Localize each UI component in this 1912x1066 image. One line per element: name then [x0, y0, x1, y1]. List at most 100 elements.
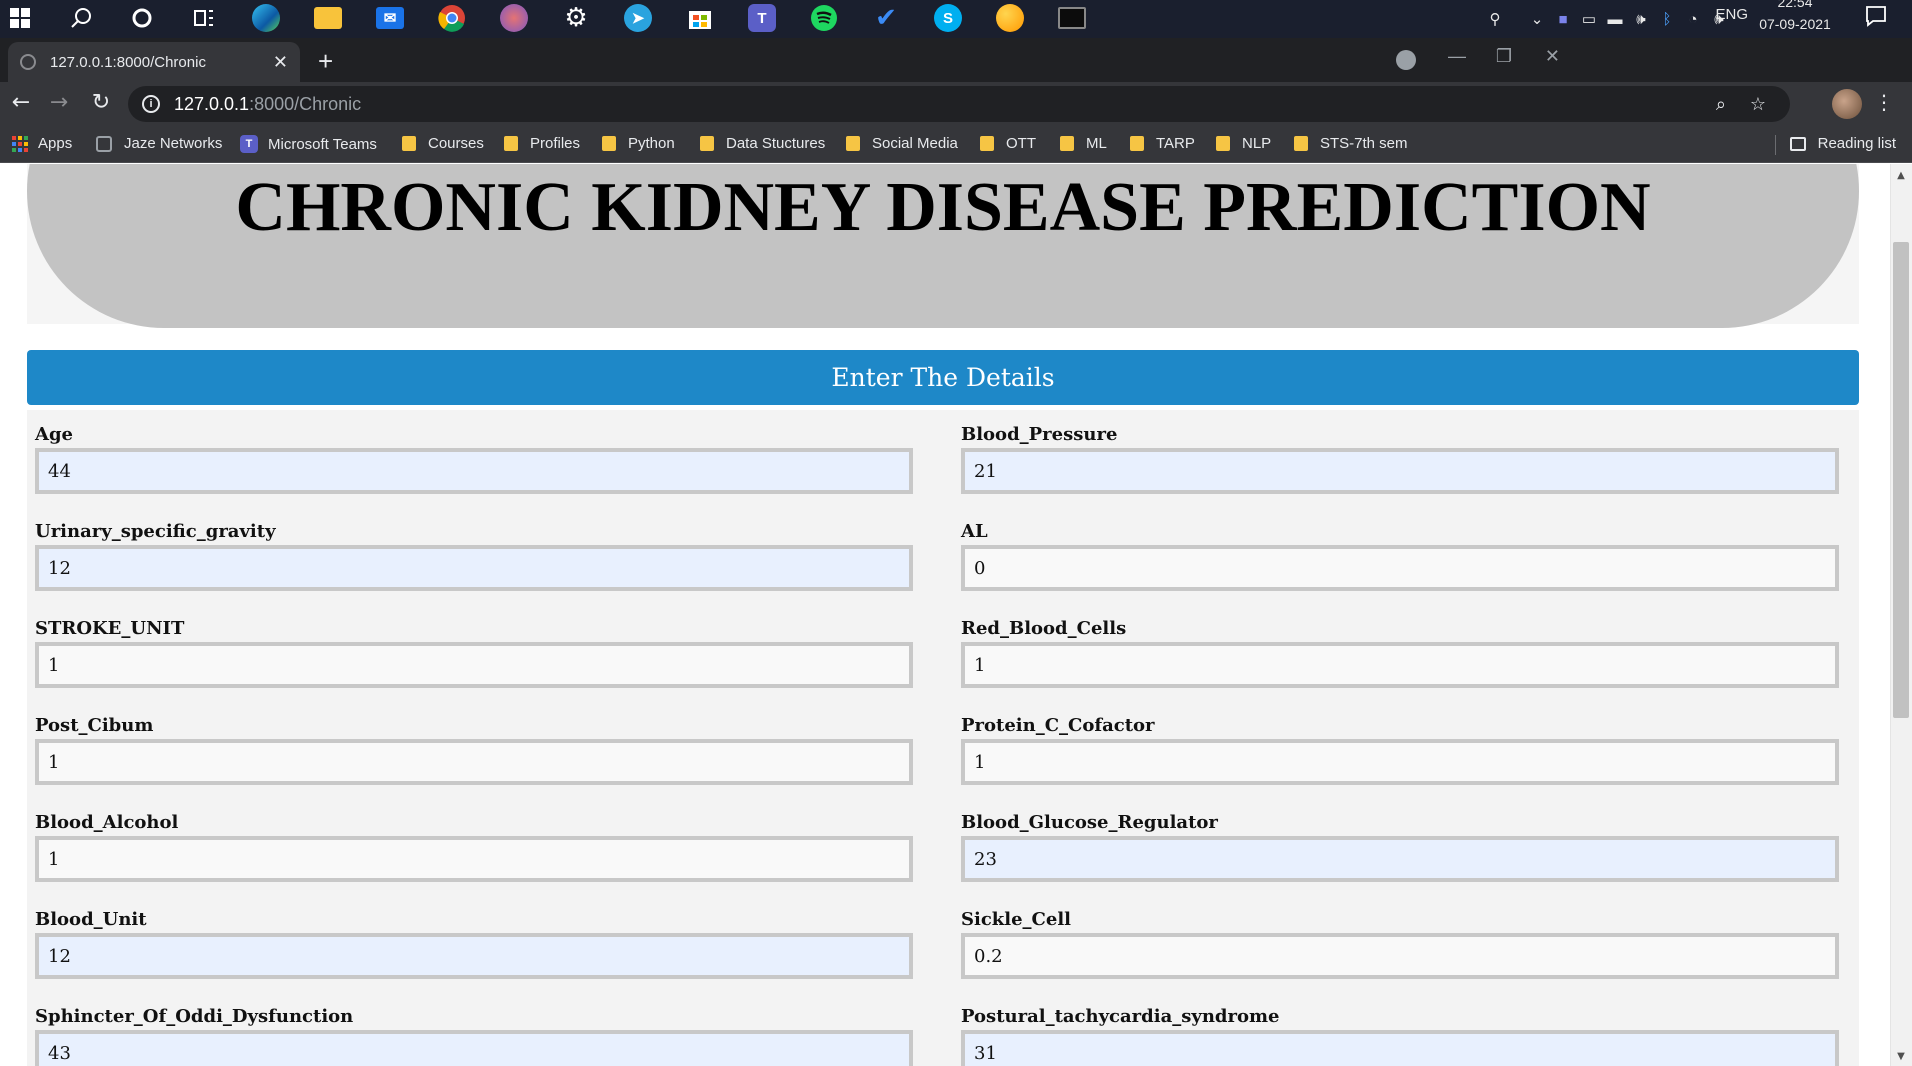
- folder-icon: [1216, 136, 1230, 151]
- bookmark-folder-tarp[interactable]: TARP: [1130, 135, 1195, 152]
- edge-icon[interactable]: [248, 2, 284, 34]
- url-text[interactable]: 127.0.0.1:8000/Chronic: [174, 94, 361, 115]
- field-label: Protein_C_Cofactor: [961, 715, 1155, 736]
- close-tab-icon[interactable]: ✕: [273, 52, 288, 73]
- post-cibum-input[interactable]: [35, 739, 913, 785]
- bookmark-folder-data-structures[interactable]: Data Stuctures: [700, 135, 825, 152]
- bookmark-folder-nlp[interactable]: NLP: [1216, 135, 1271, 152]
- bookmarks-divider: [1775, 135, 1776, 155]
- notification-center-icon[interactable]: [1864, 4, 1892, 32]
- al-input[interactable]: [961, 545, 1839, 591]
- terminal-icon[interactable]: [1054, 2, 1090, 34]
- field-red-blood-cells: Red_Blood_Cells: [961, 616, 1839, 688]
- folder-icon: [980, 136, 994, 151]
- paint-icon[interactable]: [496, 2, 532, 34]
- system-tray: ⚲ ⌄ ■ ▭ ▬ 🕪 ᛒ ◔ 🕪: [1482, 0, 1732, 38]
- vertical-scrollbar[interactable]: ▲ ▼: [1890, 164, 1912, 1066]
- bookmark-label: Profiles: [530, 135, 581, 152]
- spotify-icon[interactable]: [806, 2, 842, 34]
- field-label: Red_Blood_Cells: [961, 618, 1127, 639]
- bookmark-folder-ott[interactable]: OTT: [980, 135, 1036, 152]
- chrome-menu-icon[interactable]: ⋮: [1874, 90, 1894, 114]
- bookmark-label: TARP: [1156, 135, 1195, 152]
- blood-unit-input[interactable]: [35, 933, 913, 979]
- scrollbar-thumb[interactable]: [1893, 242, 1909, 718]
- stroke-unit-input[interactable]: [35, 642, 913, 688]
- red-blood-cells-input[interactable]: [961, 642, 1839, 688]
- settings-icon[interactable]: ⚙: [558, 2, 594, 34]
- wifi-icon[interactable]: ◔: [1680, 11, 1706, 28]
- profile-avatar[interactable]: [1832, 89, 1862, 119]
- clock[interactable]: 22:54 07-09-2021: [1750, 0, 1840, 38]
- close-window-button[interactable]: ✕: [1545, 46, 1560, 67]
- blood-alcohol-input[interactable]: [35, 836, 913, 882]
- search-icon[interactable]: [64, 2, 100, 34]
- teams-tray-icon[interactable]: ■: [1550, 11, 1576, 28]
- bookmark-folder-sts-7th-sem[interactable]: STS-7th sem: [1294, 135, 1408, 152]
- reload-button[interactable]: ↻: [86, 90, 116, 115]
- sickle-cell-input[interactable]: [961, 933, 1839, 979]
- mail-icon[interactable]: ✉: [372, 2, 408, 34]
- bluetooth-icon[interactable]: ᛒ: [1654, 11, 1680, 28]
- windows-start-icon[interactable]: [2, 2, 38, 34]
- blood-pressure-input[interactable]: [961, 448, 1839, 494]
- bookmark-folder-python[interactable]: Python: [602, 135, 675, 152]
- bookmark-folder-courses[interactable]: Courses: [402, 135, 484, 152]
- teams-icon[interactable]: T: [744, 2, 780, 34]
- page-icon: [96, 135, 112, 152]
- address-bar[interactable]: i 127.0.0.1:8000/Chronic ⌕ ☆: [128, 86, 1790, 122]
- skype-icon[interactable]: S: [930, 2, 966, 34]
- language-indicator[interactable]: ENG: [1715, 6, 1748, 23]
- bookmark-folder-ml[interactable]: ML: [1060, 135, 1107, 152]
- clock-time: 22:54: [1777, 0, 1813, 10]
- task-view-icon[interactable]: [186, 2, 222, 34]
- cortana-icon[interactable]: [124, 2, 160, 34]
- tab-chronic[interactable]: 127.0.0.1:8000/Chronic ✕: [8, 42, 300, 82]
- scroll-down-arrow[interactable]: ▼: [1895, 1051, 1907, 1062]
- sphincter-of-oddi-dysfunction-input[interactable]: [35, 1030, 913, 1066]
- forward-button[interactable]: →: [44, 90, 74, 115]
- protein-c-cofactor-input[interactable]: [961, 739, 1839, 785]
- chevron-up-icon[interactable]: ⌄: [1524, 10, 1550, 28]
- field-label: Post_Cibum: [35, 715, 154, 736]
- zoom-icon[interactable]: ⌕: [1716, 94, 1726, 115]
- globe-icon: [20, 54, 36, 70]
- file-explorer-icon[interactable]: [310, 2, 346, 34]
- back-button[interactable]: ←: [6, 90, 36, 115]
- store-icon[interactable]: [682, 2, 718, 34]
- bookmark-jaze-networks[interactable]: Jaze Networks: [96, 135, 222, 152]
- bookmark-apps[interactable]: Apps: [12, 135, 72, 152]
- weather-icon[interactable]: [992, 2, 1028, 34]
- chrome-icon[interactable]: [434, 2, 470, 34]
- meet-icon[interactable]: ▭: [1576, 10, 1602, 28]
- urinary-specific-gravity-input[interactable]: [35, 545, 913, 591]
- battery-icon[interactable]: ▬: [1602, 11, 1628, 28]
- postural-tachycardia-syndrome-input[interactable]: [961, 1030, 1839, 1066]
- field-post-cibum: Post_Cibum: [35, 713, 913, 785]
- new-tab-button[interactable]: +: [318, 46, 333, 77]
- bookmark-microsoft-teams[interactable]: T Microsoft Teams: [240, 135, 377, 153]
- bookmark-folder-profiles[interactable]: Profiles: [504, 135, 580, 152]
- folder-icon: [402, 136, 416, 151]
- blood-glucose-regulator-input[interactable]: [961, 836, 1839, 882]
- bookmark-folder-social-media[interactable]: Social Media: [846, 135, 958, 152]
- field-label: Sickle_Cell: [961, 909, 1072, 930]
- people-icon[interactable]: ⚲: [1482, 10, 1508, 28]
- bookmark-label: Courses: [428, 135, 484, 152]
- restore-button[interactable]: ❐: [1496, 46, 1512, 67]
- telegram-icon[interactable]: ➤: [620, 2, 656, 34]
- bookmark-label: STS-7th sem: [1320, 135, 1408, 152]
- reading-list-icon: [1789, 136, 1806, 151]
- field-label: Age: [35, 424, 74, 445]
- todo-icon[interactable]: ✔: [868, 2, 904, 34]
- site-info-icon[interactable]: i: [142, 95, 160, 113]
- reading-list-button[interactable]: Reading list: [1789, 135, 1896, 152]
- volume-icon[interactable]: 🕪: [1628, 11, 1654, 28]
- bookmark-label: NLP: [1242, 135, 1272, 152]
- scroll-up-arrow[interactable]: ▲: [1895, 170, 1907, 181]
- folder-icon: [602, 136, 616, 151]
- tab-search-icon[interactable]: [1396, 50, 1416, 70]
- bookmark-star-icon[interactable]: ☆: [1750, 94, 1766, 115]
- minimize-button[interactable]: —: [1448, 46, 1466, 67]
- age-input[interactable]: [35, 448, 913, 494]
